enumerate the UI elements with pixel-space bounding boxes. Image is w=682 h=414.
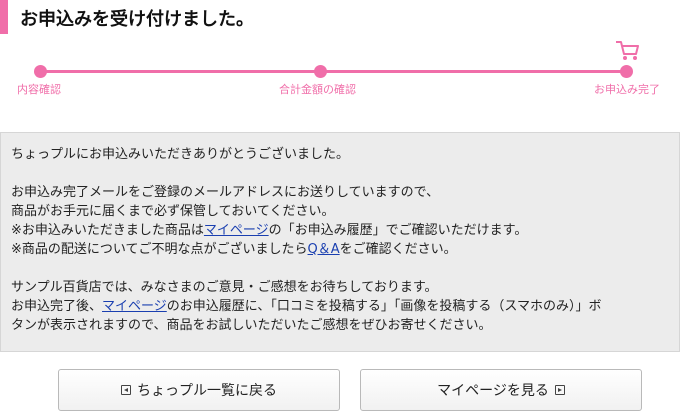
history-notice-pre: ※お申込みいただきました商品は (11, 223, 204, 238)
thanks-text: ちょっプルにお申込みいただきありがとうございました。 (11, 147, 350, 162)
faq-notice: ※商品の配送についてご不明な点がございましたらQ＆Aをご確認ください。 (11, 240, 669, 259)
mypage-link[interactable]: マイページ (204, 223, 269, 238)
title-accent-bar (0, 0, 8, 34)
step-dot-1 (34, 65, 47, 78)
review-notice-pre: お申込完了後、 (11, 299, 103, 314)
step-label-confirm-total: 合計金額の確認 (279, 83, 356, 96)
faq-link[interactable]: Q＆A (308, 242, 340, 257)
faq-notice-pre: ※商品の配送についてご不明な点がございましたら (11, 242, 308, 257)
back-to-list-label: ちょっプル一覧に戻る (137, 383, 277, 399)
history-notice: ※お申込みいただきました商品はマイページの「お申込み履歴」でご確認いただけます。 (11, 221, 669, 240)
review-notice-cont: タンが表示されますので、商品をお試しいただいたご感想をぜひお寄せください。 (11, 318, 492, 333)
completion-message-box: ちょっプルにお申込みいただきありがとうございました。 お申込み完了メールをご登録… (0, 132, 680, 352)
review-notice: お申込完了後、マイページのお申込履歴に、「口コミを投稿する」「画像を投稿する（ス… (11, 297, 669, 316)
arrow-left-box-icon (121, 385, 131, 395)
step-dot-2 (314, 65, 327, 78)
back-to-list-button[interactable]: ちょっプル一覧に戻る (58, 369, 340, 411)
keep-notice-text: 商品がお手元に届くまで必ず保管しておいてください。 (11, 204, 335, 219)
arrow-right-box-icon (554, 385, 565, 395)
shopping-cart-icon (616, 41, 639, 60)
mypage-link-2[interactable]: マイページ (102, 299, 167, 314)
page-header: お申込みを受け付けました。 (0, 0, 682, 34)
feedback-text: サンプル百貨店では、みなさまのご意見・ご感想をお待ちしております。 (11, 280, 438, 295)
email-notice-text: お申込み完了メールをご登録のメールアドレスにお送りしていますので、 (11, 185, 440, 200)
progress-steps: 内容確認 合計金額の確認 お申込み完了 (0, 38, 682, 98)
history-notice-post: の「お申込み履歴」でご確認いただけます。 (268, 223, 528, 238)
view-mypage-button[interactable]: マイページを見る (360, 369, 642, 411)
step-label-complete: お申込み完了 (594, 83, 660, 96)
faq-notice-post: をご確認ください。 (339, 242, 457, 257)
step-label-confirm-content: 内容確認 (17, 83, 61, 96)
view-mypage-label: マイページを見る (437, 383, 549, 399)
progress-line (40, 70, 628, 73)
review-notice-post: のお申込履歴に、「口コミを投稿する」「画像を投稿する（スマホのみ）」ボ (166, 299, 602, 314)
step-dot-3 (620, 65, 633, 78)
page-title: お申込みを受け付けました。 (20, 9, 254, 30)
